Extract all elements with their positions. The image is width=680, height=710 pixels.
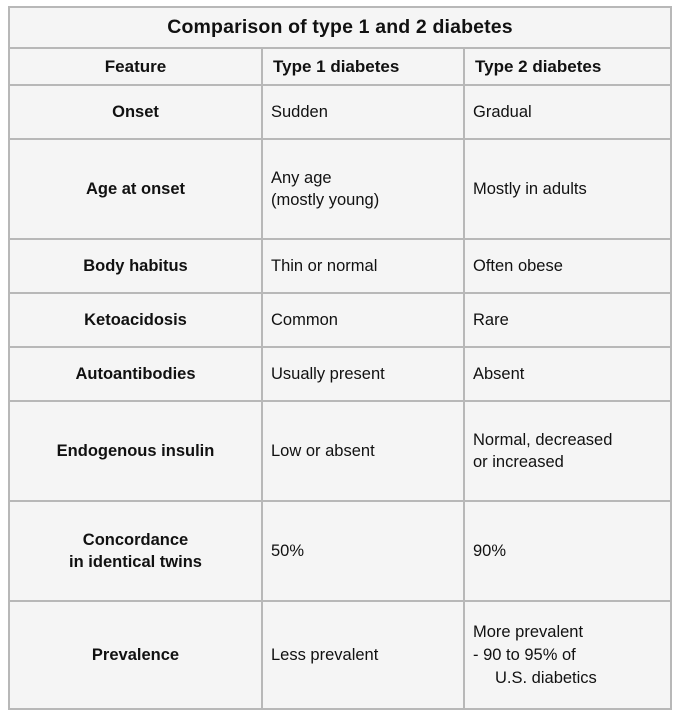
text-line: Any age bbox=[271, 168, 332, 187]
table-title-row: Comparison of type 1 and 2 diabetes bbox=[7, 6, 673, 49]
text-line: Mostly in adults bbox=[473, 179, 587, 198]
text-line: Endogenous insulin bbox=[56, 441, 215, 460]
row-type2-value: Gradual bbox=[462, 84, 673, 141]
row-type2-value: More prevalent - 90 to 95% of U.S. diabe… bbox=[462, 600, 673, 710]
text-line: in identical twins bbox=[69, 553, 202, 572]
row-type1-value: Any age (mostly young) bbox=[261, 138, 465, 241]
column-header-feature: Feature bbox=[8, 46, 263, 87]
row-feature-label: Endogenous insulin bbox=[8, 400, 263, 503]
text-line: or increased bbox=[473, 453, 564, 472]
text-line: 90% bbox=[473, 541, 507, 560]
diabetes-comparison-table: Comparison of type 1 and 2 diabetes Feat… bbox=[7, 6, 673, 710]
text-line: Body habitus bbox=[83, 256, 188, 275]
row-type1-value: Less prevalent bbox=[261, 600, 465, 710]
row-feature-label: Concordance in identical twins bbox=[8, 500, 263, 603]
text-line: Sudden bbox=[271, 102, 328, 121]
row-type1-value: Sudden bbox=[261, 84, 465, 141]
text-line: Rare bbox=[473, 310, 509, 329]
row-type1-value: Usually present bbox=[261, 346, 465, 403]
row-type1-value: Thin or normal bbox=[261, 238, 465, 295]
row-type2-value: Rare bbox=[462, 292, 673, 349]
text-line: Normal, decreased bbox=[473, 430, 613, 449]
text-line: (mostly young) bbox=[271, 191, 380, 210]
row-feature-label: Onset bbox=[8, 84, 263, 141]
text-line: Thin or normal bbox=[271, 256, 378, 275]
text-line: Less prevalent bbox=[271, 645, 379, 664]
text-line: More prevalent bbox=[473, 623, 584, 642]
text-line: Usually present bbox=[271, 364, 385, 383]
text-line: Common bbox=[271, 310, 338, 329]
row-type1-value: Common bbox=[261, 292, 465, 349]
row-type2-value: Absent bbox=[462, 346, 673, 403]
row-feature-label: Ketoacidosis bbox=[8, 292, 263, 349]
row-feature-label: Age at onset bbox=[8, 138, 263, 241]
table-row: Autoantibodies Usually present Absent bbox=[8, 346, 673, 403]
column-header-type-2: Type 2 diabetes bbox=[462, 46, 673, 87]
text-line: Prevalence bbox=[91, 645, 180, 664]
row-type2-value: Often obese bbox=[462, 238, 673, 295]
table-row: Ketoacidosis Common Rare bbox=[8, 292, 673, 349]
text-line: Gradual bbox=[473, 102, 532, 121]
text-line: Onset bbox=[112, 102, 159, 121]
row-type2-value: Mostly in adults bbox=[462, 138, 673, 241]
table-header-row: Feature Type 1 diabetes Type 2 diabetes bbox=[8, 46, 673, 87]
row-feature-label: Prevalence bbox=[8, 600, 263, 710]
text-line: - 90 to 95% of bbox=[473, 645, 576, 664]
table-row: Onset Sudden Gradual bbox=[8, 84, 673, 141]
table-row: Concordance in identical twins 50% 90% bbox=[8, 500, 673, 603]
row-type2-value: 90% bbox=[462, 500, 673, 603]
page-root: Comparison of type 1 and 2 diabetes Feat… bbox=[0, 0, 680, 710]
table-row: Body habitus Thin or normal Often obese bbox=[8, 238, 673, 295]
text-line: Age at onset bbox=[85, 179, 186, 198]
row-feature-label: Autoantibodies bbox=[8, 346, 263, 403]
table-row: Prevalence Less prevalent More prevalent… bbox=[8, 600, 673, 710]
row-type1-value: 50% bbox=[261, 500, 465, 603]
text-line: 50% bbox=[271, 541, 305, 560]
text-line: Often obese bbox=[473, 256, 563, 275]
row-type2-value: Normal, decreased or increased bbox=[462, 400, 673, 503]
table-row: Endogenous insulin Low or absent Normal,… bbox=[8, 400, 673, 503]
text-line: Concordance bbox=[82, 530, 189, 549]
table-title: Comparison of type 1 and 2 diabetes bbox=[7, 6, 673, 49]
row-type1-value: Low or absent bbox=[261, 400, 465, 503]
table-body: Comparison of type 1 and 2 diabetes Feat… bbox=[7, 6, 673, 710]
column-header-type-1: Type 1 diabetes bbox=[261, 46, 465, 87]
row-feature-label: Body habitus bbox=[8, 238, 263, 295]
text-line: Low or absent bbox=[271, 441, 375, 460]
text-line: Absent bbox=[473, 364, 525, 383]
text-line: U.S. diabetics bbox=[495, 668, 597, 687]
text-line: Autoantibodies bbox=[75, 364, 196, 383]
text-line: Ketoacidosis bbox=[84, 310, 187, 329]
table-row: Age at onset Any age (mostly young) Most… bbox=[8, 138, 673, 241]
